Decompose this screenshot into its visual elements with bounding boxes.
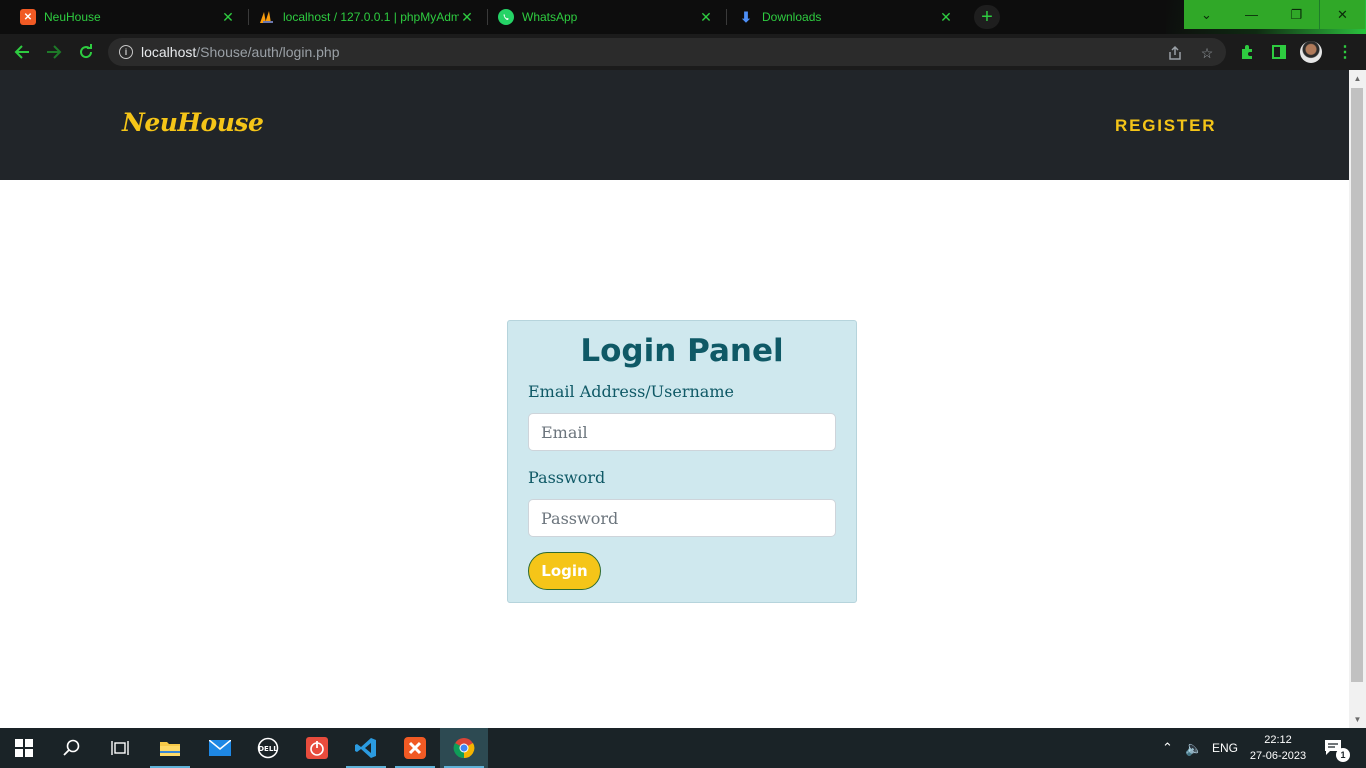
- tab-title: NeuHouse: [44, 10, 101, 24]
- bookmark-star-icon[interactable]: ☆: [1198, 44, 1216, 62]
- password-label: Password: [528, 468, 606, 487]
- password-input[interactable]: [528, 499, 836, 537]
- windows-logo-icon: [15, 739, 33, 757]
- volume-icon[interactable]: 🔈: [1185, 728, 1202, 768]
- clock-time: 22:12: [1264, 734, 1292, 746]
- scroll-up-arrow-icon[interactable]: ▲: [1353, 74, 1362, 83]
- minimize-button[interactable]: —: [1229, 0, 1274, 29]
- login-panel: Login Panel Email Address/Username Passw…: [507, 320, 857, 603]
- scroll-down-arrow-icon[interactable]: ▼: [1353, 715, 1362, 724]
- avatar: [1300, 41, 1322, 63]
- tab-phpmyadmin[interactable]: localhost / 127.0.0.1 | phpMyAdmin ✕: [239, 0, 485, 34]
- extensions-icon[interactable]: [1236, 41, 1258, 63]
- phpmyadmin-icon: [259, 9, 275, 25]
- chrome-app[interactable]: [440, 728, 488, 768]
- xampp-app[interactable]: [391, 728, 439, 768]
- search-icon: [63, 739, 80, 756]
- restore-button[interactable]: ❐: [1274, 0, 1319, 29]
- task-view-icon: [111, 741, 129, 755]
- back-arrow-icon: [14, 45, 29, 59]
- tab-title: WhatsApp: [522, 10, 578, 24]
- folder-icon: [160, 742, 180, 756]
- close-icon[interactable]: ✕: [220, 9, 236, 25]
- login-title: Login Panel: [580, 333, 784, 369]
- vscode-icon: [355, 738, 376, 758]
- menu-kebab-icon[interactable]: ⋮: [1334, 41, 1356, 63]
- search-button[interactable]: [48, 728, 96, 768]
- url-path: /Shouse/auth/login.php: [196, 44, 340, 60]
- browser-toolbar: i localhost/Shouse/auth/login.php ☆ ⋮: [0, 34, 1366, 70]
- close-icon[interactable]: ✕: [698, 9, 714, 25]
- windows-taskbar: DELL ⌃ 🔈 ENG 22:12 27-06-2023 1: [0, 728, 1366, 768]
- register-link[interactable]: REGISTER: [1115, 116, 1216, 136]
- share-icon[interactable]: [1166, 44, 1184, 62]
- tab-title: Downloads: [762, 10, 822, 24]
- xampp-icon: [404, 737, 426, 759]
- dell-app[interactable]: DELL: [244, 728, 292, 768]
- url-host: localhost: [141, 44, 197, 60]
- tab-neuhouse[interactable]: ✕ NeuHouse ✕: [0, 0, 246, 34]
- clock-date: 27-06-2023: [1249, 750, 1307, 762]
- tab-title: localhost / 127.0.0.1 | phpMyAdmin: [283, 10, 459, 24]
- email-input[interactable]: [528, 413, 836, 451]
- mail-app[interactable]: [196, 728, 244, 768]
- login-button[interactable]: Login: [528, 552, 601, 590]
- power-icon: [306, 737, 328, 759]
- back-button[interactable]: [10, 40, 34, 64]
- power-app[interactable]: [293, 728, 341, 768]
- close-icon[interactable]: ✕: [938, 9, 954, 25]
- scrollbar-thumb[interactable]: [1351, 88, 1363, 682]
- file-explorer-app[interactable]: [146, 728, 194, 768]
- download-icon: ⬇: [740, 8, 752, 25]
- forward-arrow-icon: [47, 45, 62, 59]
- site-header: NeuHouse REGISTER: [0, 70, 1349, 180]
- whatsapp-icon: [498, 9, 514, 25]
- dell-icon: DELL: [257, 737, 278, 759]
- mail-icon: [209, 740, 231, 756]
- email-label: Email Address/Username: [528, 382, 734, 401]
- brand-logo[interactable]: NeuHouse: [122, 108, 264, 137]
- page-scrollbar[interactable]: ▲ ▼: [1349, 70, 1366, 728]
- reload-icon: [80, 44, 93, 59]
- new-tab-button[interactable]: +: [974, 5, 1000, 29]
- url-text: localhost/Shouse/auth/login.php: [141, 44, 340, 60]
- profile-button[interactable]: [1300, 41, 1322, 63]
- close-window-button[interactable]: ✕: [1320, 0, 1365, 29]
- tab-search-button[interactable]: ⌄: [1184, 0, 1229, 29]
- notification-badge: 1: [1336, 748, 1350, 762]
- close-icon[interactable]: ✕: [459, 9, 475, 25]
- tab-whatsapp[interactable]: WhatsApp ✕: [478, 0, 724, 34]
- tab-downloads[interactable]: ⬇ Downloads ✕: [718, 0, 964, 34]
- reload-button[interactable]: [74, 40, 98, 64]
- side-panel-icon[interactable]: [1268, 41, 1290, 63]
- xampp-icon: ✕: [20, 9, 36, 25]
- svg-text:DELL: DELL: [258, 745, 278, 753]
- task-view-button[interactable]: [96, 728, 144, 768]
- notification-center-button[interactable]: 1: [1324, 728, 1350, 768]
- forward-button[interactable]: [42, 40, 66, 64]
- vscode-app[interactable]: [342, 728, 390, 768]
- tray-overflow-icon[interactable]: ⌃: [1162, 728, 1173, 768]
- start-button[interactable]: [0, 728, 48, 768]
- address-bar[interactable]: i localhost/Shouse/auth/login.php ☆: [108, 38, 1226, 66]
- chrome-icon: [453, 738, 475, 759]
- browser-tabstrip: ✕ NeuHouse ✕ localhost / 127.0.0.1 | php…: [0, 0, 1366, 34]
- language-indicator[interactable]: ENG: [1212, 728, 1238, 768]
- site-info-icon[interactable]: i: [119, 45, 133, 59]
- clock[interactable]: 22:12 27-06-2023: [1248, 732, 1308, 764]
